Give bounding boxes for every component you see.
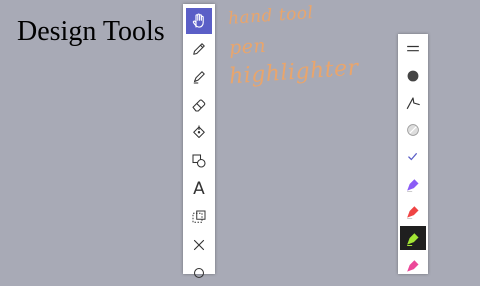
- highlighter-icon: [407, 178, 420, 192]
- drawing-toolbar: A: [183, 4, 215, 279]
- annotation-hand-tool: hand tool: [227, 3, 315, 29]
- line-icon: [406, 97, 420, 110]
- annotation-pen: pen: [228, 34, 267, 60]
- shapes-icon: [192, 154, 206, 168]
- menu-button[interactable]: [400, 37, 426, 61]
- highlighter-icon: [407, 232, 420, 246]
- text-tool-button[interactable]: A: [186, 176, 212, 202]
- opacity-icon: [407, 124, 419, 136]
- check-button[interactable]: [400, 145, 426, 169]
- more-icon: [193, 267, 205, 279]
- more-tool-button[interactable]: [186, 260, 212, 286]
- highlighter-icon: [407, 205, 420, 219]
- eraser-tool-button[interactable]: [186, 92, 212, 118]
- highlighter-tool-button[interactable]: [186, 64, 212, 90]
- highlighter-icon: [193, 71, 205, 84]
- hand-icon: [192, 13, 204, 28]
- highlighter-icon: [407, 259, 420, 272]
- green-highlighter-button[interactable]: [400, 226, 426, 250]
- pen-tool-button[interactable]: [186, 36, 212, 62]
- fill-tool-button[interactable]: [186, 120, 212, 146]
- page-title: Design Tools: [17, 16, 165, 47]
- lasso-select-tool-button[interactable]: [186, 204, 212, 230]
- hand-tool-button[interactable]: [186, 8, 212, 34]
- menu-icon: [407, 45, 419, 52]
- fill-bucket-icon: [193, 125, 205, 139]
- circle-icon: [407, 70, 419, 82]
- opacity-button[interactable]: [400, 118, 426, 142]
- line-style-button[interactable]: [400, 91, 426, 115]
- color-swatch-button[interactable]: [400, 64, 426, 88]
- close-icon: [193, 239, 205, 251]
- pen-icon: [193, 43, 205, 55]
- shapes-tool-button[interactable]: [186, 148, 212, 174]
- text-icon: A: [193, 179, 205, 199]
- purple-highlighter-button[interactable]: [400, 172, 426, 196]
- delete-tool-button[interactable]: [186, 232, 212, 258]
- lasso-icon: [192, 210, 206, 223]
- red-highlighter-button[interactable]: [400, 199, 426, 223]
- pen-options-toolbar: [398, 34, 428, 274]
- eraser-icon: [192, 99, 206, 112]
- annotation-highlighter: highlighter: [228, 55, 360, 90]
- pink-highlighter-button[interactable]: [400, 253, 426, 277]
- check-icon: [408, 153, 417, 161]
